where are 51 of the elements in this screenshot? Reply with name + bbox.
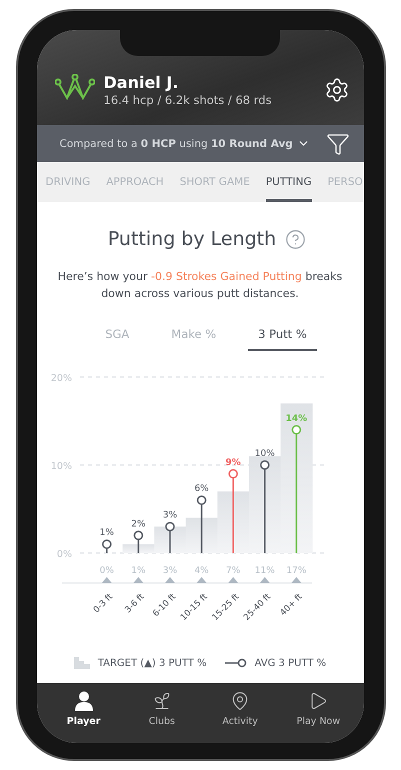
target-value-label: 4% [194,566,209,576]
nav-item[interactable]: Clubs [126,683,197,743]
y-axis-label: 0% [56,549,72,560]
player-stats: 16.4 hcp / 6.2k shots / 68 rds [104,93,273,107]
target-value-label: 17% [286,566,306,576]
average-value-label: 9% [226,458,241,468]
x-axis-label: 0-3 ft [92,592,115,616]
filter-button[interactable] [326,132,350,156]
triangle-icon [260,577,270,583]
triangle-icon [228,577,238,583]
target-value-label: 0% [100,566,114,576]
average-lollipop [165,522,175,553]
average-lollipop [102,539,112,553]
nav-item[interactable]: Play Now [283,683,354,743]
average-value-label: 10% [254,449,275,459]
average-value-label: 2% [131,519,146,530]
legend-label: AVG 3 PUTT % [254,658,326,668]
section-title: Putting by Length [108,228,276,250]
section-description: Here’s how your -0.9 Strokes Gained Putting breaks down across various putt distances. [58,269,342,302]
player-name: Daniel J. [104,73,180,92]
target-value-label: 1% [131,566,146,576]
nav-item[interactable]: Player [48,683,119,743]
target-value-label: 7% [226,566,240,576]
triangle-icon [133,577,144,583]
average-lollipop [196,495,206,553]
nav-item[interactable]: Activity [205,683,276,743]
x-axis-label: 3-6 ft [123,592,147,616]
x-axis-label: 40+ ft [278,592,305,618]
y-axis-label: 20% [50,373,72,384]
average-value-label: 14% [286,414,308,424]
crown-logo-icon [54,74,94,100]
help-icon[interactable] [285,228,306,250]
average-value-label: 3% [162,510,178,521]
category-tab[interactable]: PUTTING [266,162,312,202]
y-axis-label: 10% [50,461,72,472]
average-lollipop [134,530,144,553]
average-value-label: 1% [100,528,114,538]
triangle-icon [165,577,175,583]
stair-legend-icon [74,657,90,669]
triangle-icon [102,577,112,583]
triangle-icon [196,577,207,583]
target-value-label: 11% [254,566,275,576]
triangle-icon [291,577,302,583]
average-value-label: 6% [194,484,209,494]
metric-tab[interactable]: 3 Putt % [248,327,317,351]
lollipop-legend-icon [224,658,247,668]
comparison-dropdown[interactable]: Compared to a 0 HCP using 10 Round Avg [60,137,310,150]
settings-button[interactable] [324,77,350,103]
person-icon [74,691,93,711]
legend-label: TARGET (▲) 3 PUTT % [98,658,207,668]
target-value-label: 3% [162,566,178,576]
